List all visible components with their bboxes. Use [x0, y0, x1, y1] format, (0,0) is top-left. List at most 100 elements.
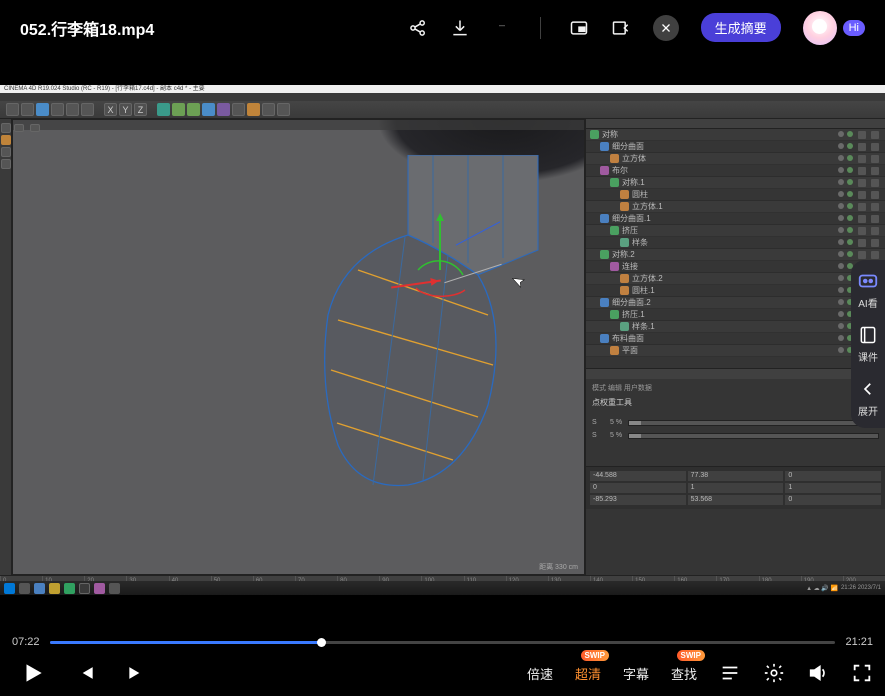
object-row[interactable]: 立方体.1: [586, 201, 885, 213]
object-row[interactable]: 样条.1: [586, 321, 885, 333]
speed-button[interactable]: 倍速: [527, 664, 553, 683]
tool-subdiv[interactable]: [202, 103, 215, 116]
axis-y-toggle[interactable]: Y: [119, 103, 132, 116]
coord-cell[interactable]: 1: [785, 483, 881, 493]
axis-z-toggle[interactable]: Z: [134, 103, 147, 116]
gizmo-y-axis[interactable]: [439, 215, 441, 270]
tool-extrude[interactable]: [187, 103, 200, 116]
object-row[interactable]: 细分曲面: [586, 141, 885, 153]
download-icon[interactable]: [450, 18, 470, 38]
coord-cell[interactable]: -44.588: [590, 471, 686, 481]
volume-icon[interactable]: [807, 662, 829, 684]
expand-button[interactable]: 展开: [857, 378, 879, 418]
task-app3[interactable]: [109, 583, 120, 594]
mode-model[interactable]: [1, 123, 11, 133]
collapse-icon[interactable]: [611, 18, 631, 38]
close-button[interactable]: [653, 15, 679, 41]
coord-cell[interactable]: 1: [688, 483, 784, 493]
top-actions: 生成摘要 Hi: [408, 11, 865, 45]
user-avatar-group[interactable]: Hi: [803, 11, 865, 45]
task-app2[interactable]: [94, 583, 105, 594]
fullscreen-icon[interactable]: [851, 662, 873, 684]
object-row[interactable]: 连接: [586, 261, 885, 273]
hi-badge: Hi: [843, 20, 865, 36]
share-icon[interactable]: [408, 18, 428, 38]
task-app1[interactable]: [64, 583, 75, 594]
settings-icon[interactable]: [763, 662, 785, 684]
object-row[interactable]: 对称.1: [586, 177, 885, 189]
courseware-button[interactable]: 课件: [857, 324, 879, 364]
progress-thumb[interactable]: [317, 638, 326, 647]
coord-cell[interactable]: 53.568: [688, 495, 784, 505]
tool-live-select[interactable]: [36, 103, 49, 116]
tray-icons[interactable]: ▲ ☁ 🔊 📶: [806, 585, 838, 592]
object-row[interactable]: 平面: [586, 345, 885, 357]
tool-deformer[interactable]: [217, 103, 230, 116]
find-button[interactable]: 查找 SWIP: [671, 664, 697, 683]
tool-rotate[interactable]: [81, 103, 94, 116]
object-row[interactable]: 细分曲面.2: [586, 297, 885, 309]
playlist-icon[interactable]: [719, 662, 741, 684]
object-row[interactable]: 挤压: [586, 225, 885, 237]
vp-camera[interactable]: [30, 124, 40, 132]
tool-spline[interactable]: [172, 103, 185, 116]
object-row[interactable]: 圆柱: [586, 189, 885, 201]
object-label: 立方体.1: [632, 201, 663, 212]
object-row[interactable]: 布尔: [586, 165, 885, 177]
swip-badge: SWIP: [581, 650, 609, 661]
object-row[interactable]: 对称.2: [586, 249, 885, 261]
progress-track[interactable]: [50, 641, 836, 644]
prev-button[interactable]: [76, 663, 96, 683]
ai-view-button[interactable]: AI看: [857, 270, 879, 310]
attribute-manager[interactable]: 模式 编辑 用户数据 点权重工具 S5 %S5 % -44.58877.3800…: [586, 369, 885, 575]
tool-prim-cube[interactable]: [157, 103, 170, 116]
object-manager[interactable]: 对称细分曲面立方体布尔对称.1圆柱立方体.1细分曲面.1挤压样条对称.2连接立方…: [586, 119, 885, 369]
coord-cell[interactable]: 0: [785, 471, 881, 481]
viewport[interactable]: 距离 330 cm: [12, 119, 585, 575]
attr-tabs[interactable]: [586, 369, 885, 379]
tool-light[interactable]: [247, 103, 260, 116]
subtitle-button[interactable]: 字幕: [623, 664, 649, 683]
tool-redo[interactable]: [21, 103, 34, 116]
object-row[interactable]: 布料曲面: [586, 333, 885, 345]
tool-render[interactable]: [262, 103, 275, 116]
object-row[interactable]: 样条: [586, 237, 885, 249]
tool-scale[interactable]: [66, 103, 79, 116]
coord-cell[interactable]: -85.293: [590, 495, 686, 505]
task-edge[interactable]: [34, 583, 45, 594]
tool-camera[interactable]: [232, 103, 245, 116]
object-row[interactable]: 立方体: [586, 153, 885, 165]
object-row[interactable]: 细分曲面.1: [586, 213, 885, 225]
object-row[interactable]: 圆柱.1: [586, 285, 885, 297]
task-c4d[interactable]: [79, 583, 90, 594]
generate-summary-button[interactable]: 生成摘要: [701, 13, 781, 42]
attr-slider-row[interactable]: S5 %: [592, 416, 879, 429]
more-icon[interactable]: [492, 18, 512, 38]
task-search[interactable]: [19, 583, 30, 594]
mode-point[interactable]: [1, 135, 11, 145]
coord-cell[interactable]: 0: [590, 483, 686, 493]
next-button[interactable]: [126, 663, 146, 683]
start-button[interactable]: [4, 583, 15, 594]
coord-cell[interactable]: 0: [785, 495, 881, 505]
axis-x-toggle[interactable]: X: [104, 103, 117, 116]
mode-polygon[interactable]: [1, 159, 11, 169]
tool-move[interactable]: [51, 103, 64, 116]
play-button[interactable]: [20, 660, 46, 686]
object-row[interactable]: 对称: [586, 129, 885, 141]
quality-button[interactable]: 超清 SWIP: [575, 664, 601, 683]
mode-edge[interactable]: [1, 147, 11, 157]
task-explorer[interactable]: [49, 583, 60, 594]
system-tray[interactable]: ▲ ☁ 🔊 📶 21:26 2023/7/1: [806, 585, 881, 592]
object-label: 对称.2: [612, 249, 635, 260]
tool-render-settings[interactable]: [277, 103, 290, 116]
pip-icon[interactable]: [569, 18, 589, 38]
object-row[interactable]: 挤压.1: [586, 309, 885, 321]
object-manager-tabs[interactable]: [586, 119, 885, 129]
attr-slider-row[interactable]: S5 %: [592, 429, 879, 442]
vp-view[interactable]: [14, 124, 24, 132]
avatar-icon: [803, 11, 837, 45]
object-row[interactable]: 立方体.2: [586, 273, 885, 285]
tool-undo[interactable]: [6, 103, 19, 116]
coord-cell[interactable]: 77.38: [688, 471, 784, 481]
